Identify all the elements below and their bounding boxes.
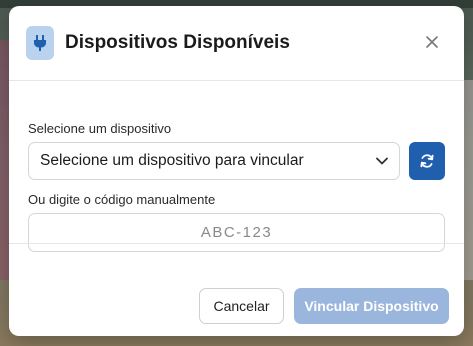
device-modal: Dispositivos Disponíveis Selecione um di… [9, 6, 464, 336]
device-code-input[interactable] [28, 213, 445, 252]
close-icon [426, 36, 438, 48]
plug-icon [26, 26, 54, 60]
link-device-button[interactable]: Vincular Dispositivo [294, 288, 449, 324]
select-device-label: Selecione um dispositivo [28, 121, 172, 136]
refresh-icon [420, 154, 434, 168]
chevron-down-icon [376, 157, 388, 165]
modal-header: Dispositivos Disponíveis [9, 6, 464, 81]
device-select-value: Selecione um dispositivo para vincular [40, 152, 304, 169]
cancel-button[interactable]: Cancelar [199, 288, 284, 324]
close-button[interactable] [422, 32, 442, 52]
device-select[interactable]: Selecione um dispositivo para vincular [28, 142, 400, 180]
footer-divider [9, 243, 464, 244]
manual-code-label: Ou digite o código manualmente [28, 192, 216, 207]
modal-title: Dispositivos Disponíveis [65, 32, 290, 53]
refresh-devices-button[interactable] [409, 142, 445, 180]
